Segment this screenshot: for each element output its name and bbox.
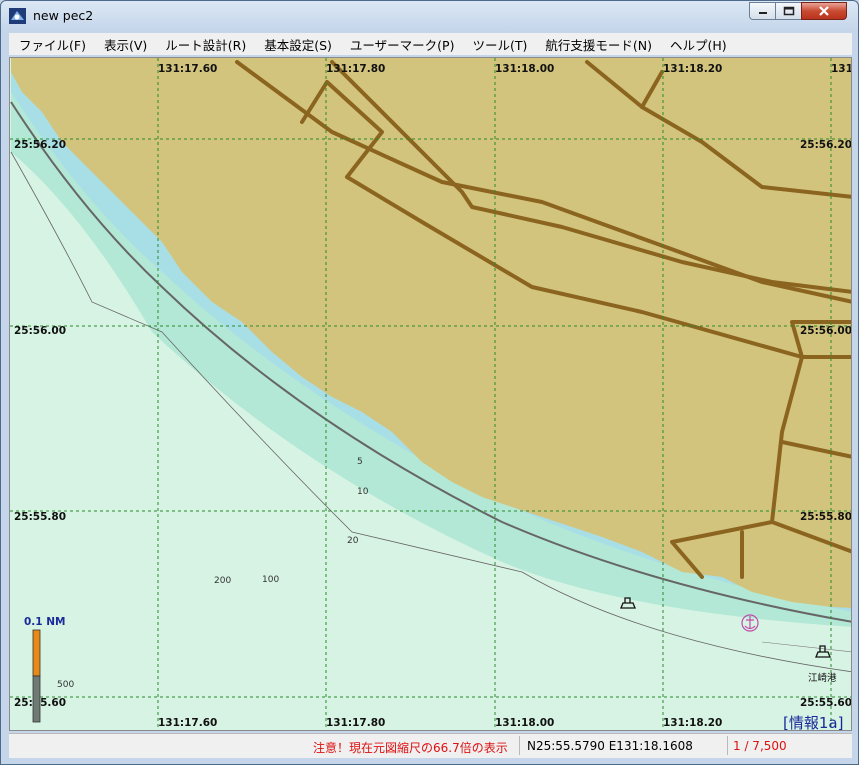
scale-bar [32,629,41,723]
info-label[interactable]: [情報1a] [783,714,843,731]
latitude-label-left: 25:56.00 [14,325,66,337]
menu-route-design[interactable]: ルート設計(R) [155,35,254,54]
menu-file[interactable]: ファイル(F) [9,35,94,54]
longitude-label-top: 131:17.60 [158,63,217,75]
menu-bar: ファイル(F) 表示(V) ルート設計(R) 基本設定(S) ユーザーマーク(P… [9,33,852,55]
menu-view[interactable]: 表示(V) [94,35,155,54]
depth-label: 20 [347,536,359,546]
close-button[interactable] [801,2,847,20]
latitude-label-right: 25:55.60 [800,697,852,709]
longitude-label-top: 131:18.00 [495,63,554,75]
latitude-label-left: 25:55.80 [14,511,66,523]
cursor-coordinates: N25:55.5790 E131:18.1608 [527,739,693,753]
window-title: new pec2 [33,8,94,23]
minimize-icon [758,12,767,14]
nautical-chart[interactable]: 131:17.60 131:17.80 131:18.00 131:18.20 … [10,58,852,731]
longitude-label-top: 131:17.80 [326,63,385,75]
scale-warning-text: 注意！現在元図縮尺の66.7倍の表示 [313,741,508,755]
depth-label: 200 [214,576,231,586]
longitude-label-bottom: 131:17.80 [326,717,385,729]
latitude-label-left: 25:56.20 [14,139,66,151]
depth-label: 10 [357,487,369,497]
title-bar[interactable]: new pec2 [1,1,858,31]
status-bar: 注意！現在元図縮尺の66.7倍の表示 N25:55.5790 E131:18.1… [9,733,852,758]
close-icon [819,6,829,16]
depth-label: 5 [357,457,363,467]
latitude-label-right: 25:55.80 [800,511,852,523]
menu-help[interactable]: ヘルプ(H) [660,35,735,54]
menu-tools[interactable]: ツール(T) [462,35,535,54]
longitude-label-top: 131 [831,63,852,75]
longitude-label-bottom: 131:18.00 [495,717,554,729]
minimize-button[interactable] [749,2,776,20]
menu-user-mark[interactable]: ユーザーマーク(P) [340,35,463,54]
longitude-label-bottom: 131:18.20 [663,717,722,729]
latitude-label-right: 25:56.00 [800,325,852,337]
status-separator [727,736,728,755]
maximize-icon [783,6,794,16]
maximize-button[interactable] [775,2,802,20]
menu-basic-settings[interactable]: 基本設定(S) [254,35,340,54]
status-separator [519,736,520,755]
app-window: new pec2 ファイル(F) 表示(V) ルート設計(R) 基本設定(S) … [0,0,859,765]
port-label: 江崎港 [808,672,837,684]
chart-scale: 1 / 7,500 [733,739,787,753]
app-icon [9,8,26,24]
depth-label: 100 [262,575,279,585]
menu-navigation-mode[interactable]: 航行支援モード(N) [535,35,660,54]
latitude-label-right: 25:56.20 [800,139,852,151]
chart-view[interactable]: 131:17.60 131:17.80 131:18.00 131:18.20 … [9,57,852,731]
longitude-label-top: 131:18.20 [663,63,722,75]
scale-bar-label: 0.1 NM [24,616,66,628]
depth-label: 500 [57,680,74,690]
longitude-label-bottom: 131:17.60 [158,717,217,729]
